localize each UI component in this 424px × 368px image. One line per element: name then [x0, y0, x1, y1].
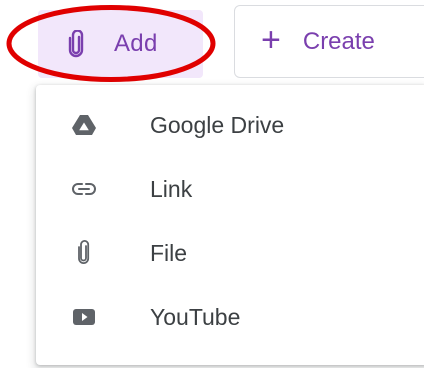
create-button[interactable]: + Create: [234, 5, 424, 78]
add-button[interactable]: Add: [38, 10, 203, 78]
menu-item-link[interactable]: Link: [36, 157, 424, 221]
plus-icon: +: [261, 20, 281, 59]
create-button-label: Create: [302, 27, 375, 55]
add-button-label: Add: [114, 30, 158, 57]
menu-item-label: File: [150, 239, 188, 266]
menu-item-youtube[interactable]: YouTube: [36, 285, 424, 349]
menu-item-label: Link: [150, 175, 193, 202]
link-icon: [72, 177, 96, 201]
paperclip-icon: [66, 29, 86, 59]
menu-item-file[interactable]: File: [36, 221, 424, 285]
menu-item-google-drive[interactable]: Google Drive: [36, 93, 424, 157]
paperclip-icon: [72, 240, 96, 265]
google-drive-icon: [72, 113, 96, 137]
classroom-stream-toolbar: Add + Create Google Drive Link File YouT…: [0, 0, 424, 368]
add-dropdown-menu: Google Drive Link File YouTube: [36, 85, 424, 365]
youtube-icon: [72, 305, 96, 329]
menu-item-label: YouTube: [150, 303, 241, 330]
menu-item-label: Google Drive: [150, 111, 285, 138]
